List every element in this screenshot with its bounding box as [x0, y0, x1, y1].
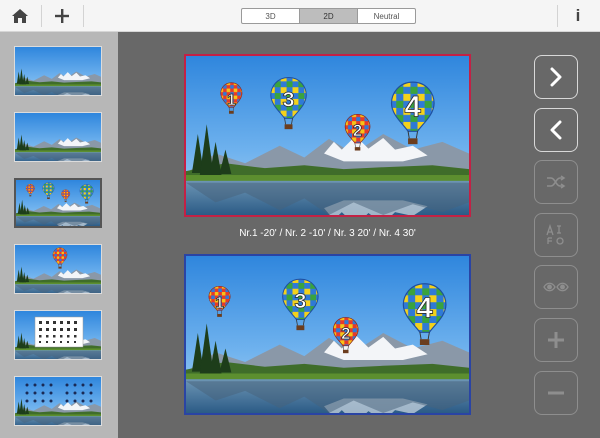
- chevron-left-icon: [548, 120, 564, 140]
- landscape-image: [15, 47, 101, 95]
- balloon-number-4: 4: [405, 91, 422, 124]
- balloon-number-2: 2: [353, 121, 362, 140]
- toolbar-divider: [83, 5, 84, 27]
- balloon-number-1: 1: [227, 92, 236, 109]
- top-toolbar: 3D 2D Neutral i: [0, 0, 600, 32]
- landscape-image: [15, 113, 101, 161]
- thumbnail-balloons-selected[interactable]: [14, 178, 102, 228]
- next-button[interactable]: [534, 55, 578, 99]
- thumbnail-landscape-1[interactable]: [14, 46, 102, 96]
- balloons-image: [16, 180, 100, 226]
- left-eye-image-frame: 1 2 3 4: [184, 54, 471, 217]
- thumbnail-letter-chart[interactable]: [14, 310, 102, 360]
- balloon-image: [15, 245, 101, 293]
- chevron-right-icon: [548, 67, 564, 87]
- home-icon: [11, 8, 29, 24]
- plus-icon: [547, 331, 565, 349]
- mode-2d-button[interactable]: 2D: [300, 9, 358, 23]
- balloons-photo-right: 1 2 3 4: [186, 256, 469, 413]
- home-button[interactable]: [0, 0, 40, 31]
- balloon-number-1: 1: [215, 295, 224, 312]
- mode-3d-button[interactable]: 3D: [242, 9, 300, 23]
- offset-caption: Nr.1 -20' / Nr. 2 -10' / Nr. 3 20' / Nr.…: [239, 228, 416, 239]
- eye-toggle-button[interactable]: [534, 265, 578, 309]
- info-button[interactable]: i: [558, 0, 598, 31]
- mode-neutral-button[interactable]: Neutral: [358, 9, 415, 23]
- letter-size-icon: [545, 224, 567, 246]
- balloon-number-2: 2: [341, 324, 350, 343]
- previous-button[interactable]: [534, 108, 578, 152]
- balloon-number-3: 3: [294, 289, 306, 313]
- thumbnail-sidebar: [0, 32, 118, 438]
- balloon-number-4: 4: [416, 293, 433, 325]
- zoom-in-button[interactable]: [534, 318, 578, 362]
- zoom-out-button[interactable]: [534, 371, 578, 415]
- plus-icon: [54, 8, 70, 24]
- letter-size-button[interactable]: [534, 213, 578, 257]
- letter-chart-image: [15, 311, 101, 359]
- add-button[interactable]: [42, 0, 82, 31]
- thumbnail-single-balloon[interactable]: [14, 244, 102, 294]
- balloons-photo-left: 1 2 3 4: [186, 56, 469, 215]
- symbol-chart-image: [15, 377, 101, 425]
- balloon-number-3: 3: [283, 87, 295, 112]
- shuffle-icon: [546, 175, 566, 189]
- view-mode-segmented-control: 3D 2D Neutral: [241, 8, 416, 24]
- thumbnail-symbol-chart[interactable]: [14, 376, 102, 426]
- right-eye-image-frame: 1 2 3 4: [184, 254, 471, 415]
- eyes-icon: [543, 281, 569, 293]
- thumbnail-landscape-2[interactable]: [14, 112, 102, 162]
- info-icon: i: [575, 5, 581, 25]
- minus-icon: [547, 384, 565, 402]
- shuffle-button[interactable]: [534, 160, 578, 204]
